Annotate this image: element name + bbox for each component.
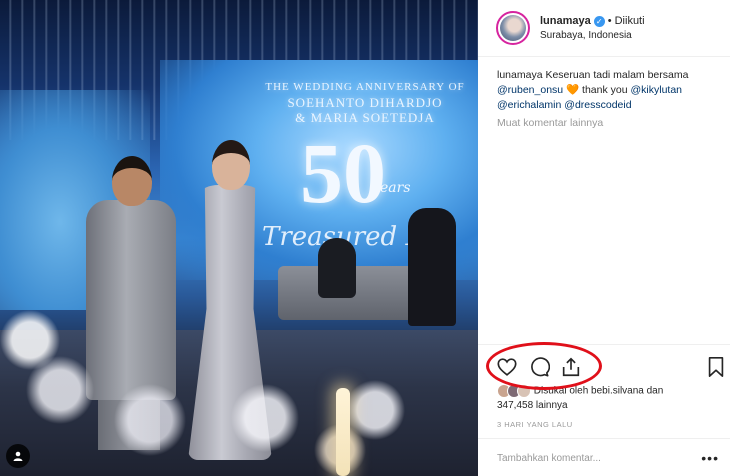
- liker-avatar: [517, 384, 531, 398]
- verified-badge-icon: ✓: [593, 15, 605, 27]
- more-options-icon[interactable]: •••: [701, 451, 719, 465]
- avatar[interactable]: [496, 11, 530, 45]
- anniversary-line-2: SOEHANTO DIHARDJO: [287, 95, 443, 110]
- anniversary-line-1: THE WEDDING ANNIVERSARY OF: [265, 81, 465, 93]
- mention-link[interactable]: @kikylutan: [631, 84, 683, 96]
- seated-person: [318, 238, 356, 298]
- share-button[interactable]: [560, 356, 582, 378]
- location-link[interactable]: Surabaya, Indonesia: [540, 30, 645, 41]
- anniversary-line-3: & MARIA SOETEDJA: [295, 110, 435, 125]
- fifty-years-number: 50: [300, 125, 386, 221]
- action-bar: [478, 352, 730, 382]
- header-divider: [478, 56, 730, 57]
- post-header: lunamaya ✓ • Diikuti Surabaya, Indonesia: [478, 0, 730, 56]
- foreground-flowers: [0, 300, 478, 476]
- comment-icon: [531, 357, 551, 377]
- post-sidebar: lunamaya ✓ • Diikuti Surabaya, Indonesia…: [478, 0, 730, 476]
- user-icon: [13, 451, 23, 461]
- post-photo[interactable]: THE WEDDING ANNIVERSARY OF SOEHANTO DIHA…: [0, 0, 478, 476]
- comment-form: •••: [497, 448, 719, 468]
- candle: [336, 388, 350, 476]
- mention-link[interactable]: @ruben_onsu: [497, 84, 563, 96]
- heart-icon: [497, 358, 517, 376]
- comment-divider: [478, 438, 730, 439]
- post-caption: lunamaya Keseruan tadi malam bersama @ru…: [497, 68, 719, 113]
- header-row: lunamaya ✓ • Diikuti: [540, 15, 645, 27]
- post-timestamp[interactable]: 3 HARI YANG LALU: [497, 420, 573, 429]
- caption-text-2: thank you: [582, 84, 628, 96]
- like-button[interactable]: [496, 356, 518, 378]
- likes-text[interactable]: Disukai oleh bebi.silvana dan: [534, 386, 664, 397]
- bookmark-icon: [708, 357, 724, 377]
- heart-emoji: 🧡: [566, 84, 580, 96]
- comment-button[interactable]: [528, 356, 551, 378]
- caption-text: Keseruan tadi malam bersama: [545, 69, 689, 81]
- mention-link[interactable]: @erichalamin: [497, 99, 561, 111]
- tagged-users-button[interactable]: [6, 444, 30, 468]
- separator-dot: •: [607, 15, 612, 27]
- comment-input[interactable]: [497, 452, 677, 464]
- follow-status-button[interactable]: Diikuti: [615, 15, 645, 27]
- mention-link[interactable]: @dresscodeid: [564, 99, 631, 111]
- liker-avatars: [497, 384, 531, 398]
- save-button[interactable]: [706, 356, 728, 378]
- load-more-comments-link[interactable]: Muat komentar lainnya: [497, 117, 603, 129]
- anniversary-text: THE WEDDING ANNIVERSARY OF SOEHANTO DIHA…: [250, 80, 478, 125]
- username-link[interactable]: lunamaya: [540, 15, 591, 27]
- caption-username-link[interactable]: lunamaya: [497, 69, 543, 81]
- avatar-image: [500, 15, 526, 41]
- share-icon: [562, 357, 580, 377]
- likes-count-link[interactable]: 347,458 lainnya: [497, 399, 719, 413]
- male-host-head: [112, 156, 152, 206]
- likes-summary: Disukai oleh bebi.silvana dan 347,458 la…: [497, 384, 719, 413]
- actions-divider: [478, 344, 730, 345]
- female-host-head: [212, 140, 250, 190]
- years-label: Years: [372, 180, 411, 196]
- header-text: lunamaya ✓ • Diikuti Surabaya, Indonesia: [540, 15, 645, 41]
